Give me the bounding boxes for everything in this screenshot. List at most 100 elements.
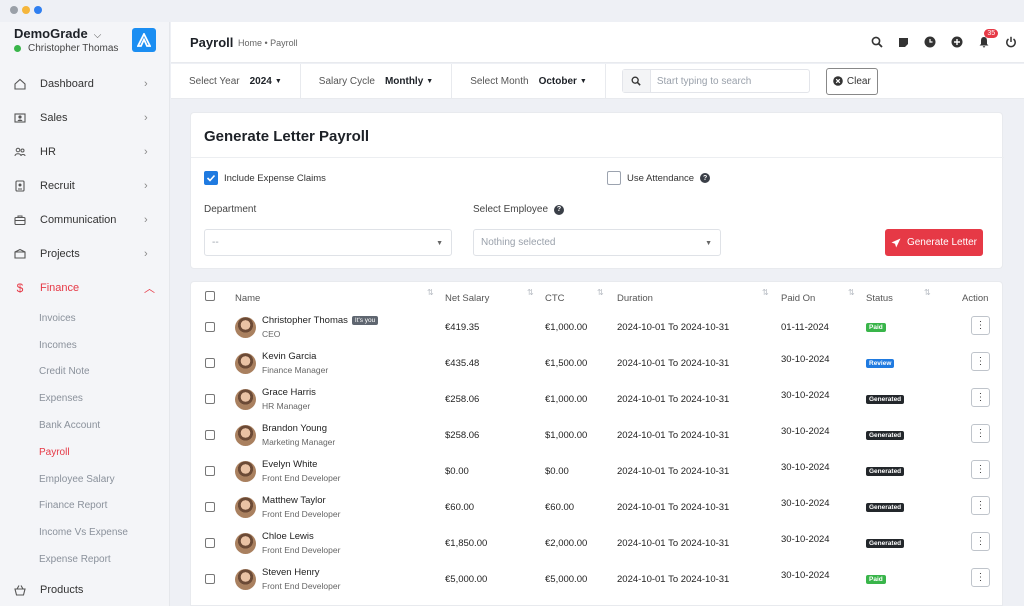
include-expense-option[interactable]: Include Expense Claims bbox=[204, 171, 326, 185]
sidebar-subitem-bank-account[interactable]: Bank Account bbox=[0, 412, 169, 439]
employee-name-cell[interactable]: Christopher Thomas It's you bbox=[262, 315, 379, 326]
sidebar-subitem-payroll[interactable]: Payroll bbox=[0, 439, 169, 466]
clear-label: Clear bbox=[846, 75, 871, 87]
power-icon[interactable] bbox=[997, 34, 1024, 50]
sort-icon[interactable]: ⇅ bbox=[597, 288, 604, 297]
row-action-menu-button[interactable]: ⋮ bbox=[971, 316, 990, 335]
employee-name[interactable]: Steven Henry bbox=[262, 567, 320, 578]
employee-name[interactable]: Grace Harris bbox=[262, 387, 316, 398]
row-action-menu-button[interactable]: ⋮ bbox=[971, 424, 990, 443]
app-logo[interactable] bbox=[132, 28, 156, 52]
sticky-note-icon[interactable] bbox=[890, 34, 917, 50]
sidebar-item-projects[interactable]: Projects › bbox=[0, 237, 169, 271]
employee-select[interactable]: Nothing selected ▼ bbox=[473, 229, 721, 256]
table-row[interactable]: Matthew Taylor Front End Developer €60.00 €… bbox=[191, 493, 1002, 529]
generate-letter-button[interactable]: Generate Letter bbox=[885, 229, 983, 256]
table-row[interactable]: Steven Henry Front End Developer €5,000.00… bbox=[191, 565, 1002, 601]
table-row[interactable]: Evelyn White Front End Developer $0.00 $0.0… bbox=[191, 457, 1002, 493]
use-attendance-checkbox[interactable] bbox=[607, 171, 621, 185]
row-action-menu-button[interactable]: ⋮ bbox=[971, 352, 990, 371]
employee-name-cell[interactable]: Kevin Garcia bbox=[262, 351, 316, 362]
column-net-salary[interactable]: Net Salary bbox=[445, 293, 489, 304]
row-checkbox[interactable] bbox=[205, 574, 215, 584]
sort-icon[interactable]: ⇅ bbox=[924, 288, 931, 297]
sort-icon[interactable]: ⇅ bbox=[427, 288, 434, 297]
sidebar-subitem-finance-report[interactable]: Finance Report bbox=[0, 493, 169, 520]
search-icon[interactable] bbox=[863, 34, 890, 50]
table-row[interactable]: Christopher Thomas It's you CEO €419.35 €1,0… bbox=[191, 313, 1002, 349]
column-paid-on[interactable]: Paid On bbox=[781, 293, 815, 304]
sort-icon[interactable]: ⇅ bbox=[527, 288, 534, 297]
column-name[interactable]: Name bbox=[235, 293, 260, 304]
window-dot-gray[interactable] bbox=[10, 6, 18, 14]
sidebar-item-dashboard[interactable]: Dashboard › bbox=[0, 67, 169, 101]
bell-icon[interactable]: 35 bbox=[970, 29, 999, 50]
sidebar-item-recruit[interactable]: Recruit › bbox=[0, 169, 169, 203]
employee-name[interactable]: Matthew Taylor bbox=[262, 495, 326, 506]
row-action-menu-button[interactable]: ⋮ bbox=[971, 532, 990, 551]
sidebar-item-sales[interactable]: Sales › bbox=[0, 101, 169, 135]
sidebar-item-hr[interactable]: HR › bbox=[0, 135, 169, 169]
sidebar-subitem-invoices[interactable]: Invoices bbox=[0, 305, 169, 332]
month-filter[interactable]: Select Month October ▼ bbox=[452, 63, 606, 99]
employee-name[interactable]: Kevin Garcia bbox=[262, 351, 316, 362]
select-all-checkbox[interactable] bbox=[205, 291, 215, 301]
employee-name-cell[interactable]: Brandon Young bbox=[262, 423, 327, 434]
clock-icon[interactable] bbox=[917, 34, 944, 50]
department-select[interactable]: -- ▼ bbox=[204, 229, 452, 256]
add-circle-icon[interactable] bbox=[944, 34, 971, 50]
row-checkbox[interactable] bbox=[205, 358, 215, 368]
employee-name[interactable]: Chloe Lewis bbox=[262, 531, 314, 542]
row-checkbox[interactable] bbox=[205, 538, 215, 548]
row-action-menu-button[interactable]: ⋮ bbox=[971, 496, 990, 515]
table-row[interactable]: Grace Harris HR Manager €258.06 €1,000.00 20… bbox=[191, 385, 1002, 421]
year-filter[interactable]: Select Year 2024 ▼ bbox=[171, 63, 301, 99]
sidebar-subitem-expense-report[interactable]: Expense Report bbox=[0, 546, 169, 573]
sort-icon[interactable]: ⇅ bbox=[848, 288, 855, 297]
row-action-menu-button[interactable]: ⋮ bbox=[971, 460, 990, 479]
ctc: $1,000.00 bbox=[545, 430, 588, 441]
employee-name-cell[interactable]: Grace Harris bbox=[262, 387, 316, 398]
row-checkbox[interactable] bbox=[205, 502, 215, 512]
row-checkbox[interactable] bbox=[205, 394, 215, 404]
employee-name-cell[interactable]: Steven Henry bbox=[262, 567, 320, 578]
employee-name-cell[interactable]: Matthew Taylor bbox=[262, 495, 326, 506]
sidebar-item-finance[interactable]: $ Finance ︿ bbox=[0, 271, 169, 305]
sidebar-subitem-incomes[interactable]: Incomes bbox=[0, 332, 169, 359]
salary-cycle-filter[interactable]: Salary Cycle Monthly ▼ bbox=[301, 63, 453, 99]
company-switcher[interactable]: DemoGrade ⌵ bbox=[14, 26, 101, 41]
employee-name[interactable]: Christopher Thomas bbox=[262, 315, 348, 326]
sidebar-subitem-credit-note[interactable]: Credit Note bbox=[0, 359, 169, 386]
sidebar-subitem-expenses[interactable]: Expenses bbox=[0, 385, 169, 412]
include-expense-checkbox[interactable] bbox=[204, 171, 218, 185]
employee-name-cell[interactable]: Chloe Lewis bbox=[262, 531, 314, 542]
employee-name[interactable]: Brandon Young bbox=[262, 423, 327, 434]
table-row[interactable]: Chloe Lewis Front End Developer €1,850.00 €… bbox=[191, 529, 1002, 565]
employee-name-cell[interactable]: Evelyn White bbox=[262, 459, 317, 470]
column-status[interactable]: Status bbox=[866, 293, 893, 304]
sort-icon[interactable]: ⇅ bbox=[762, 288, 769, 297]
column-ctc[interactable]: CTC bbox=[545, 293, 565, 304]
sidebar-subitem-employee-salary[interactable]: Employee Salary bbox=[0, 466, 169, 493]
help-icon[interactable]: ? bbox=[700, 173, 711, 183]
row-checkbox[interactable] bbox=[205, 430, 215, 440]
window-dot-yellow[interactable] bbox=[22, 6, 30, 14]
chevron-right-icon: › bbox=[144, 112, 148, 124]
sidebar-item-products[interactable]: Products bbox=[0, 573, 169, 606]
row-checkbox[interactable] bbox=[205, 322, 215, 332]
sidebar-subitem-income-vs-expense[interactable]: Income Vs Expense bbox=[0, 519, 169, 546]
row-action-menu-button[interactable]: ⋮ bbox=[971, 388, 990, 407]
help-icon[interactable]: ? bbox=[554, 204, 565, 215]
table-row[interactable]: Kevin Garcia Finance Manager €435.48 €1,500… bbox=[191, 349, 1002, 385]
table-row[interactable]: Brandon Young Marketing Manager $258.06 $1,… bbox=[191, 421, 1002, 457]
column-duration[interactable]: Duration bbox=[617, 293, 653, 304]
use-attendance-option[interactable]: Use Attendance ? bbox=[607, 171, 711, 185]
row-checkbox[interactable] bbox=[205, 466, 215, 476]
clear-button[interactable]: Clear bbox=[825, 67, 878, 95]
search-icon[interactable] bbox=[622, 70, 651, 92]
employee-name[interactable]: Evelyn White bbox=[262, 459, 317, 470]
window-dot-blue[interactable] bbox=[34, 6, 42, 14]
search-input[interactable]: Start typing to search bbox=[657, 76, 752, 87]
sidebar-item-communication[interactable]: Communication › bbox=[0, 203, 169, 237]
row-action-menu-button[interactable]: ⋮ bbox=[971, 568, 990, 587]
